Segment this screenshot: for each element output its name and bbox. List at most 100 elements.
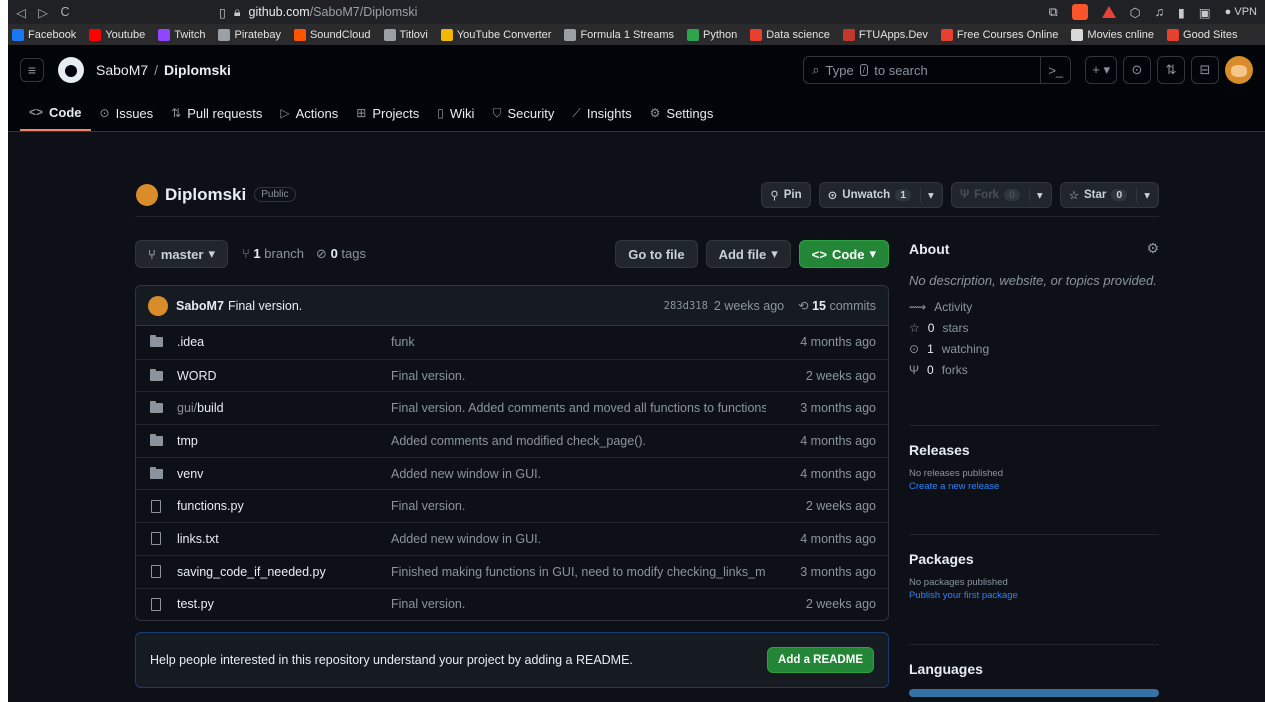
file-name[interactable]: .idea <box>177 335 391 349</box>
bookmark-item[interactable]: Good Sites <box>1167 28 1237 41</box>
repo-link[interactable]: Diplomski <box>164 62 231 78</box>
tab-projects[interactable]: ⊞ Projects <box>347 95 428 131</box>
menu-icon[interactable]: ≡ <box>20 58 44 82</box>
reload-icon[interactable]: C <box>56 5 74 19</box>
file-commit-message[interactable]: Finished making functions in GUI, need t… <box>391 565 766 579</box>
repo-name[interactable]: Diplomski <box>165 185 246 205</box>
file-age: 3 months ago <box>800 401 876 416</box>
file-name[interactable]: saving_code_if_needed.py <box>177 565 391 579</box>
address-bar[interactable]: ▯ 🔒︎ github.com/SaboM7/Diplomski <box>219 5 417 20</box>
bookmark-item[interactable]: Formula 1 Streams <box>564 28 674 41</box>
watchers-link[interactable]: ⊙ 1 watching <box>909 342 1159 356</box>
commit-author[interactable]: SaboM7 <box>176 299 224 313</box>
pin-button[interactable]: ⚲ Pin <box>761 181 811 208</box>
releases-title[interactable]: Releases <box>909 442 1159 458</box>
extensions-icon[interactable]: ⬡ <box>1130 5 1141 20</box>
commit-hash[interactable]: 283d318 <box>664 300 708 312</box>
create-new-button[interactable]: + ▾ <box>1085 56 1117 84</box>
inbox-icon[interactable]: ⊟ <box>1191 56 1219 84</box>
owner-avatar[interactable] <box>136 183 158 206</box>
tab-settings[interactable]: ⚙ Settings <box>641 95 723 131</box>
brave-shield-icon[interactable] <box>1071 4 1088 20</box>
bookmark-item[interactable]: Free Courses Online <box>940 28 1058 41</box>
owner-link[interactable]: SaboM7 <box>96 62 148 78</box>
bookmark-item[interactable]: Python <box>686 28 737 41</box>
bookmark-item[interactable]: Movies cnline <box>1071 28 1154 41</box>
music-icon[interactable]: ♫ <box>1155 5 1164 19</box>
publish-package-link[interactable]: Publish your first package <box>909 590 1159 601</box>
bookmark-item[interactable]: Youtube <box>89 28 145 41</box>
tab-issues[interactable]: ⊙ Issues <box>91 95 163 131</box>
pull-requests-icon[interactable]: ⇅ <box>1157 56 1185 84</box>
packages-title[interactable]: Packages <box>909 551 1159 567</box>
file-commit-message[interactable]: Final version. <box>391 597 766 611</box>
add-file-button[interactable]: Add file ▾ <box>705 240 791 268</box>
gear-icon[interactable]: ⚙ <box>1146 240 1159 257</box>
sidebar-icon[interactable]: ▮ <box>1178 5 1185 20</box>
command-palette-icon[interactable]: >_ <box>1040 57 1070 83</box>
wallet-icon[interactable]: ▣ <box>1199 5 1211 20</box>
activity-link[interactable]: ⟿ Activity <box>909 300 1159 314</box>
bookmark-item[interactable]: Piratebay <box>218 28 281 41</box>
back-icon[interactable]: ◁ <box>12 5 30 20</box>
file-commit-message[interactable]: Added comments and modified check_page()… <box>391 434 766 448</box>
chevron-down-icon[interactable]: ▾ <box>1028 187 1043 202</box>
tab-code[interactable]: <> Code <box>20 95 91 131</box>
file-commit-message[interactable]: Final version. Added comments and moved … <box>391 401 766 415</box>
file-name[interactable]: venv <box>177 467 391 481</box>
commits-link[interactable]: ⟲ 15 commits <box>798 298 876 313</box>
file-name[interactable]: WORD <box>177 369 391 383</box>
go-to-file-button[interactable]: Go to file <box>615 240 698 268</box>
bookmark-item[interactable]: YouTube Converter <box>440 28 551 41</box>
vpn-button[interactable]: ● VPN <box>1225 6 1257 18</box>
bookmark-item[interactable]: Titlovi <box>383 28 428 41</box>
share-icon[interactable]: ⧉ <box>1049 5 1058 20</box>
bookmark-item[interactable]: FTUApps.Dev <box>842 28 928 41</box>
tab-wiki[interactable]: ▯ Wiki <box>428 95 483 131</box>
tab-pull-requests[interactable]: ⇅ Pull requests <box>162 95 271 131</box>
file-name[interactable]: test.py <box>177 597 391 611</box>
chevron-down-icon[interactable]: ▾ <box>1136 187 1150 202</box>
file-commit-message[interactable]: funk <box>391 335 766 349</box>
code-button[interactable]: <> Code ▾ <box>798 240 889 268</box>
branch-selector[interactable]: ⑂ master ▾ <box>135 240 228 268</box>
brave-rewards-icon[interactable] <box>1101 6 1116 18</box>
file-name[interactable]: tmp <box>177 434 391 448</box>
commit-author-avatar[interactable] <box>148 295 168 316</box>
create-release-link[interactable]: Create a new release <box>909 481 1159 492</box>
add-readme-button[interactable]: Add a README <box>767 647 874 673</box>
file-commit-message[interactable]: Added new window in GUI. <box>391 532 766 546</box>
file-commit-message[interactable]: Final version. <box>391 499 766 513</box>
search-input[interactable]: ⌕ Type / to search >_ <box>803 56 1072 84</box>
issues-icon[interactable]: ⊙ <box>1123 56 1151 84</box>
bookmark-item[interactable]: Facebook <box>12 28 76 41</box>
file-name[interactable]: functions.py <box>177 499 391 513</box>
bookmark-item[interactable]: Twitch <box>158 28 205 41</box>
star-button[interactable]: ☆ Star 0 ▾ <box>1059 181 1159 208</box>
forward-icon[interactable]: ▷ <box>34 5 52 20</box>
tags-link[interactable]: ⊘ 0 tags <box>316 246 366 262</box>
unwatch-button[interactable]: ⊙ Unwatch 1 ▾ <box>818 181 943 208</box>
bookmark-item[interactable]: Data science <box>750 28 830 41</box>
commit-message[interactable]: Final version. <box>228 299 302 313</box>
github-logo-icon[interactable] <box>58 57 84 83</box>
forks-link[interactable]: Ψ 0 forks <box>909 363 1159 377</box>
stars-link[interactable]: ☆ 0 stars <box>909 321 1159 335</box>
tab-label: Issues <box>115 105 154 121</box>
chevron-down-icon: ▾ <box>771 246 778 261</box>
about-title: About <box>909 240 950 257</box>
url-text[interactable]: github.com/SaboM7/Diplomski <box>249 5 418 19</box>
file-commit-message[interactable]: Added new window in GUI. <box>391 467 766 481</box>
tab-insights[interactable]: ⟋ Insights <box>563 95 640 131</box>
bookmark-icon[interactable]: ▯ <box>219 5 226 20</box>
bookmark-item[interactable]: SoundCloud <box>293 28 371 41</box>
fork-button[interactable]: Ψ Fork 0 ▾ <box>950 181 1052 208</box>
branches-link[interactable]: ⑂ 1 branch <box>242 246 304 262</box>
user-avatar[interactable] <box>1225 56 1253 84</box>
tab-actions[interactable]: ▷ Actions <box>271 95 347 131</box>
bookmark-favicon-icon <box>218 28 231 41</box>
file-name[interactable]: links.txt <box>177 532 391 546</box>
tab-security[interactable]: ⛉ Security <box>483 95 563 131</box>
file-name[interactable]: gui/build <box>177 401 391 415</box>
file-commit-message[interactable]: Final version. <box>391 369 766 383</box>
